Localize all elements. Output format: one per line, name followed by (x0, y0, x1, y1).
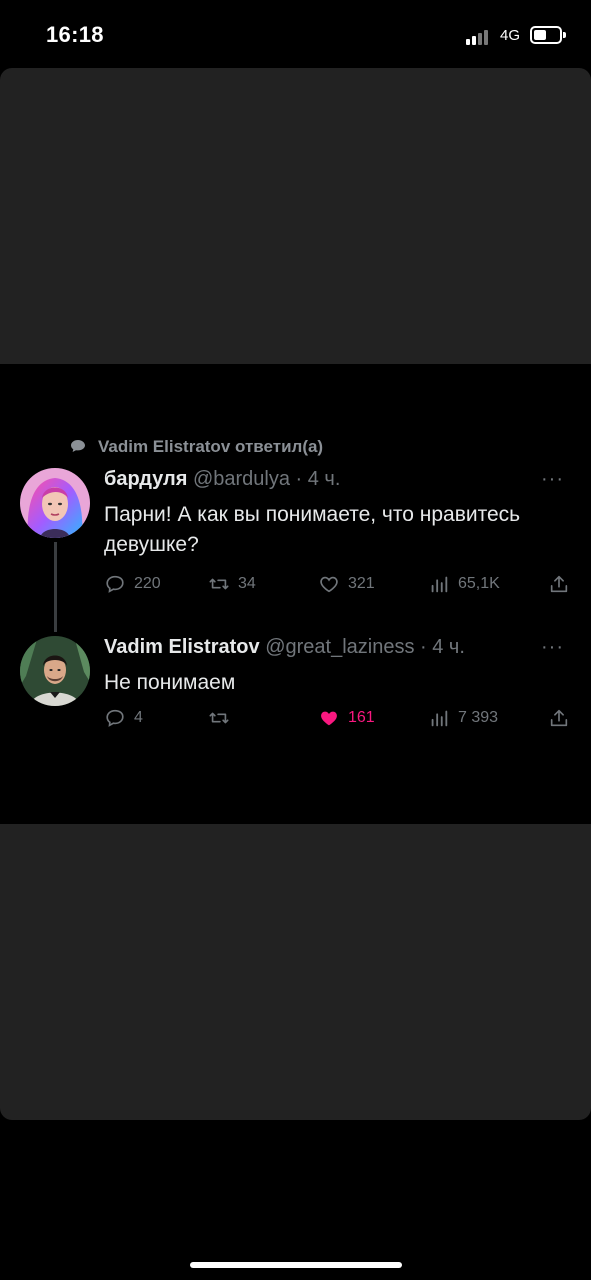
avatar[interactable] (20, 636, 90, 706)
tweet-original[interactable]: бардуля @bardulya · 4 ч. ··· Парни! А ка… (104, 468, 574, 593)
like-button[interactable]: 161 (318, 706, 375, 730)
home-indicator[interactable] (190, 1262, 402, 1268)
views-button[interactable]: 65,1K (428, 572, 500, 596)
more-icon[interactable]: ··· (541, 468, 564, 491)
author-handle[interactable]: @bardulya (193, 468, 290, 490)
network-type: 4G (500, 27, 521, 44)
tweet-actions: 220 34 321 65,1K (104, 572, 574, 596)
views-button[interactable]: 7 393 (428, 706, 498, 730)
reply-button[interactable]: 220 (104, 572, 161, 596)
tweet-thread: Vadim Elistratov ответил(а) бардуля @bar… (0, 364, 591, 824)
share-button[interactable] (548, 706, 578, 730)
status-time: 16:18 (46, 22, 104, 47)
reply-icon (106, 575, 124, 593)
top-backdrop-panel (0, 68, 591, 364)
tweet-reply[interactable]: Vadim Elistratov @great_laziness · 4 ч. … (104, 636, 574, 727)
reply-context: Vadim Elistratov ответил(а) (70, 437, 323, 457)
like-count: 321 (348, 575, 375, 592)
views-icon (431, 576, 448, 593)
tweet-time: · 4 ч. (295, 468, 341, 490)
more-icon[interactable]: ··· (541, 636, 564, 659)
bottom-backdrop-panel (0, 824, 591, 1120)
avatar-vadim-image (20, 636, 90, 706)
status-bar: 16:18 4G (0, 0, 591, 70)
reply-context-text: Vadim Elistratov ответил(а) (98, 437, 324, 456)
retweet-button[interactable]: 34 (208, 572, 256, 596)
retweet-icon (209, 712, 229, 724)
like-count: 161 (348, 709, 375, 726)
views-count: 65,1K (458, 575, 500, 592)
share-button[interactable] (548, 572, 578, 596)
speech-bubble-icon (71, 440, 85, 452)
tweet-actions: 4 161 7 393 (104, 706, 574, 730)
author-handle[interactable]: @great_laziness (265, 636, 414, 658)
author-name[interactable]: бардуля (104, 468, 187, 490)
retweet-count: 34 (238, 575, 256, 592)
like-button[interactable]: 321 (318, 572, 375, 596)
like-icon (321, 711, 337, 726)
battery-icon (530, 26, 566, 44)
retweet-button[interactable] (208, 706, 238, 730)
reply-count: 220 (134, 575, 161, 592)
share-icon (550, 709, 568, 727)
reply-count: 4 (134, 709, 143, 726)
tweet-text: Парни! А как вы понимаете, что нравитесь… (104, 503, 521, 556)
thread-connector (54, 542, 57, 632)
tweet-time: · 4 ч. (420, 636, 465, 658)
reply-button[interactable]: 4 (104, 706, 143, 730)
avatar-bardulya-image (20, 468, 90, 538)
reply-icon (106, 709, 124, 727)
views-count: 7 393 (458, 709, 499, 726)
tweet-text: Не понимаем (104, 671, 236, 694)
author-name[interactable]: Vadim Elistratov (104, 636, 260, 658)
tweet-header: Vadim Elistratov @great_laziness · 4 ч. (104, 636, 574, 664)
tweet-header: бардуля @bardulya · 4 ч. (104, 468, 574, 496)
like-icon (320, 576, 338, 593)
retweet-icon (209, 578, 229, 590)
views-icon (431, 710, 448, 727)
cellular-signal-icon (466, 29, 492, 45)
avatar[interactable] (20, 468, 90, 538)
share-icon (550, 575, 568, 593)
